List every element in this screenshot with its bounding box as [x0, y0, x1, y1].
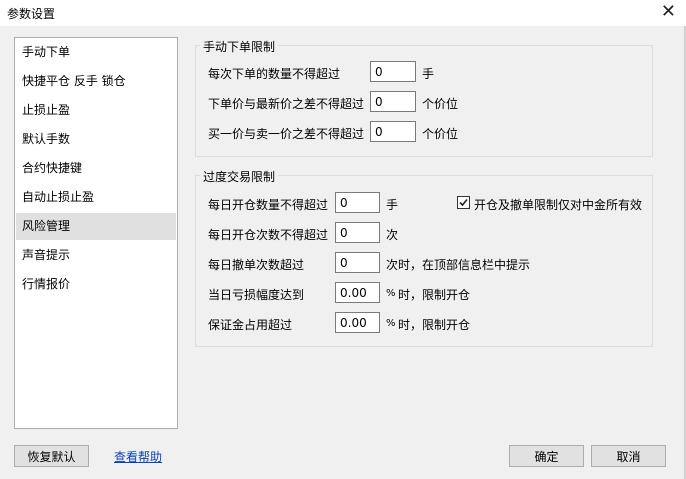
daily-open-qty-input[interactable] [335, 192, 380, 213]
spread-label: 买一价与卖一价之差不得超过 [208, 127, 365, 141]
sidebar-item-stop-loss[interactable]: 止损止盈 [16, 97, 176, 124]
manual-order-limits-title: 手动下单限制 [200, 38, 279, 55]
daily-loss-percent: % [386, 288, 396, 299]
daily-cancel-count-input[interactable] [335, 252, 380, 273]
margin-usage-input[interactable] [335, 312, 380, 333]
cffex-only-label: 开仓及撤单限制仅对中金所有效 [474, 198, 643, 212]
daily-open-count-label: 每日开仓次数不得超过 [208, 228, 329, 242]
margin-usage-percent: % [386, 318, 396, 329]
max-order-qty-input[interactable] [370, 61, 416, 82]
ok-button[interactable]: 确定 [509, 445, 584, 467]
sidebar-item-contract-hotkeys[interactable]: 合约快捷键 [16, 155, 176, 182]
margin-usage-unit: 时，限制开仓 [398, 318, 471, 332]
spread-input[interactable] [370, 121, 416, 142]
daily-open-qty-label: 每日开仓数量不得超过 [208, 198, 329, 212]
sidebar-item-sound-alerts[interactable]: 声音提示 [16, 242, 176, 269]
daily-cancel-count-unit: 次时，在顶部信息栏中提示 [386, 258, 531, 272]
cffex-only-checkbox[interactable] [457, 196, 470, 209]
price-diff-label: 下单价与最新价之差不得超过 [208, 97, 365, 111]
close-icon[interactable]: ✕ [661, 2, 676, 22]
settings-category-list[interactable]: 手动下单 快捷平仓 反手 锁仓 止损止盈 默认手数 合约快捷键 自动止损止盈 风… [14, 37, 178, 429]
daily-loss-input[interactable] [335, 282, 380, 303]
sidebar-item-quick-close[interactable]: 快捷平仓 反手 锁仓 [16, 68, 176, 95]
daily-loss-label: 当日亏损幅度达到 [208, 288, 305, 302]
daily-open-qty-unit: 手 [386, 198, 399, 212]
checkmark-icon [459, 198, 468, 207]
daily-open-count-unit: 次 [386, 228, 399, 242]
margin-usage-label: 保证金占用超过 [208, 318, 293, 332]
spread-unit: 个价位 [422, 127, 459, 141]
daily-cancel-count-label: 每日撤单次数超过 [208, 258, 305, 272]
restore-defaults-button[interactable]: 恢复默认 [14, 445, 89, 467]
sidebar-item-auto-stop[interactable]: 自动止损止盈 [16, 184, 176, 211]
sidebar-item-default-lots[interactable]: 默认手数 [16, 126, 176, 153]
window-title: 参数设置 [7, 7, 56, 21]
price-diff-unit: 个价位 [422, 97, 459, 111]
max-order-qty-label: 每次下单的数量不得超过 [208, 67, 341, 81]
sidebar-item-risk-management[interactable]: 风险管理 [16, 213, 176, 240]
daily-loss-unit: 时，限制开仓 [398, 288, 471, 302]
daily-open-count-input[interactable] [335, 222, 380, 243]
max-order-qty-unit: 手 [422, 67, 435, 81]
price-diff-input[interactable] [370, 91, 416, 112]
excess-trading-limits-title: 过度交易限制 [200, 168, 279, 185]
sidebar-item-quotes[interactable]: 行情报价 [16, 271, 176, 298]
view-help-link[interactable]: 查看帮助 [114, 448, 162, 465]
cancel-button[interactable]: 取消 [591, 445, 666, 467]
sidebar-item-manual-order[interactable]: 手动下单 [16, 39, 176, 66]
title-bar: 参数设置 ✕ [0, 0, 686, 26]
